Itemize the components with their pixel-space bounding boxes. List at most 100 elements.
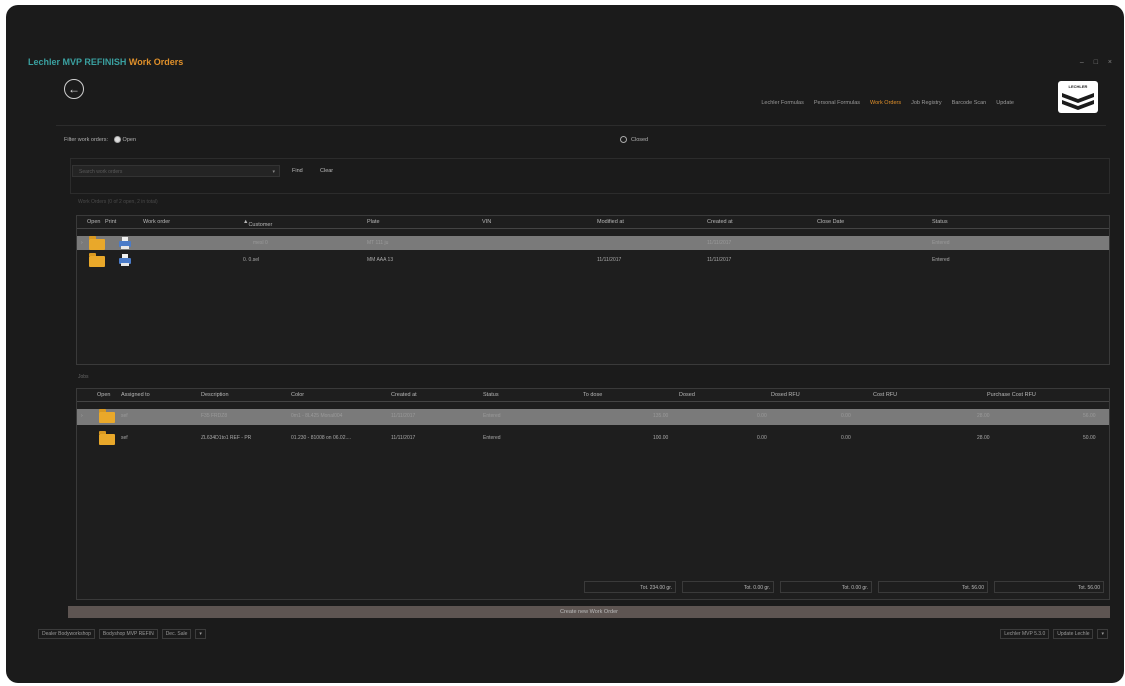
folder-open-icon[interactable]	[99, 409, 115, 423]
radio-closed-label: Closed	[631, 136, 649, 143]
cell-plate: MM AAA 13	[367, 257, 394, 263]
find-button[interactable]: Find	[292, 168, 303, 174]
table-row[interactable]: › sef F35 FRDZ8 0m1 - 8L425 Monal004 11/…	[77, 409, 1109, 425]
folder-open-icon[interactable]	[89, 253, 105, 267]
radio-closed[interactable]: Closed	[620, 136, 648, 143]
col-status[interactable]: Status	[483, 392, 499, 398]
cell-color: 0m1 - 8L425 Monal004	[291, 413, 343, 419]
total-cost-rfu: Tot. 56.00	[878, 581, 988, 593]
chevron-down-icon[interactable]: ▾	[1097, 629, 1108, 639]
col-print[interactable]: Print	[105, 219, 116, 225]
window-controls[interactable]: – □ ×	[1080, 59, 1116, 66]
work-orders-count: Work Orders (0 of 2 open, 2 in total)	[78, 199, 158, 205]
nav-lechler-formulas[interactable]: Lechler Formulas	[761, 100, 804, 106]
col-plate[interactable]: Plate	[367, 219, 380, 225]
cell-created: 11/11/2017	[391, 435, 416, 441]
col-created[interactable]: Created at	[391, 392, 417, 398]
col-open[interactable]: Open	[97, 392, 110, 398]
cell-status: Entered	[932, 257, 950, 263]
printer-icon[interactable]	[119, 237, 131, 249]
header-divider	[56, 125, 1106, 126]
col-purchase-cost-rfu[interactable]: Purchase Cost RFU	[987, 392, 1036, 398]
lechler-logo: LECHLER	[1058, 81, 1098, 113]
col-customer[interactable]: ▲ Customer	[243, 219, 272, 228]
search-input[interactable]: Search work orders ▾	[72, 165, 280, 177]
nav-personal-formulas[interactable]: Personal Formulas	[814, 100, 860, 106]
cell-assigned: sef	[121, 435, 128, 441]
cell-dosed: 0.00	[757, 413, 767, 419]
clear-button[interactable]: Clear	[320, 168, 333, 174]
status-bar-right: Lechler MVP 5.3.0 Update Lechle ▾	[1000, 629, 1108, 639]
col-work-order[interactable]: Work order	[143, 219, 170, 225]
nav-update[interactable]: Update	[996, 100, 1014, 106]
app-name: Lechler MVP REFINISH	[28, 57, 127, 67]
chevron-down-icon[interactable]: ▾	[195, 629, 206, 639]
nav-job-registry[interactable]: Job Registry	[911, 100, 942, 106]
folder-open-icon[interactable]	[89, 236, 105, 250]
cell-color: 01.230 - 81008 on 06.02....	[291, 435, 352, 441]
cell-purchase: 56.00	[1083, 413, 1096, 419]
cell-dosed: 0.00	[757, 435, 767, 441]
table-row[interactable]: sef ZL634D1to1 REF - PR 01.230 - 81008 o…	[77, 431, 1109, 447]
col-assigned[interactable]: Assigned to	[121, 392, 150, 398]
status-update[interactable]: Update Lechle	[1053, 629, 1094, 639]
cell-created: 11/11/2017	[707, 257, 732, 263]
col-cost-rfu[interactable]: Cost RFU	[873, 392, 897, 398]
table-header: Open Assigned to Description Color Creat…	[77, 389, 1109, 402]
table-row[interactable]: › mesl 0 MT 111 ju 11/11/2017 Entered	[77, 236, 1109, 250]
radio-dot-icon	[114, 136, 122, 143]
folder-open-icon[interactable]	[99, 431, 115, 445]
col-open[interactable]: Open	[87, 219, 100, 225]
col-vin[interactable]: VIN	[482, 219, 491, 225]
create-work-order-button[interactable]: Create new Work Order	[68, 606, 1110, 618]
cell-modified: 11/11/2017	[597, 257, 622, 263]
cell-cost-rfu: 28.00	[977, 435, 990, 441]
app-window: Lechler MVP REFINISH Work Orders – □ × ←…	[6, 5, 1124, 683]
status-bar-left: Dealer Bodyworkshop Bodyshop MVP REFIN D…	[38, 629, 206, 639]
table-header: Open Print Work order ▲ Customer Plate V…	[77, 216, 1109, 229]
search-placeholder: Search work orders	[79, 169, 123, 175]
radio-open[interactable]: Open	[114, 136, 136, 143]
cell-description: F35 FRDZ8	[201, 413, 228, 419]
col-description[interactable]: Description	[201, 392, 229, 398]
nav-work-orders[interactable]: Work Orders	[870, 100, 901, 106]
cell-to-dose: 135.00	[653, 413, 669, 419]
chevron-down-icon[interactable]: ▾	[272, 166, 275, 178]
jobs-label: Jobs	[78, 374, 89, 380]
status-dec-sale: Dec. Sale	[161, 629, 192, 639]
col-to-dose[interactable]: To dose	[583, 392, 602, 398]
radio-open-label: Open	[122, 136, 137, 143]
printer-icon[interactable]	[119, 254, 131, 266]
col-created[interactable]: Created at	[707, 219, 733, 225]
cell-created: 11/11/2017	[707, 240, 732, 246]
col-status[interactable]: Status	[932, 219, 948, 225]
back-button[interactable]: ←	[64, 79, 84, 99]
cell-status: Entered	[483, 413, 501, 419]
col-dosed-rfu[interactable]: Dosed RFU	[771, 392, 800, 398]
status-dealer: Dealer Bodyworkshop	[38, 629, 95, 639]
window-title: Lechler MVP REFINISH Work Orders	[28, 57, 183, 67]
cell-customer: 0. 0.sel	[243, 257, 260, 263]
cell-description: ZL634D1to1 REF - PR	[201, 435, 252, 441]
total-purchase-cost: Tot. 56.00	[994, 581, 1104, 593]
col-customer-label: Customer	[248, 222, 273, 228]
col-modified[interactable]: Modified at	[597, 219, 624, 225]
filter-row: Filter work orders: Open	[64, 136, 136, 143]
main-nav: Lechler Formulas Personal Formulas Work …	[761, 100, 1014, 106]
table-row[interactable]: 0. 0.sel MM AAA 13 11/11/2017 11/11/2017…	[77, 253, 1109, 267]
col-color[interactable]: Color	[291, 392, 304, 398]
row-indicator: ›	[81, 413, 83, 419]
nav-barcode-scan[interactable]: Barcode Scan	[952, 100, 987, 106]
cell-cost-rfu: 28.00	[977, 413, 990, 419]
cell-created: 11/11/2017	[391, 413, 416, 419]
row-indicator: ›	[81, 240, 83, 246]
cell-purchase: 50.00	[1083, 435, 1096, 441]
cell-plate: MT 111 ju	[367, 240, 389, 246]
svg-text:LECHLER: LECHLER	[1069, 84, 1088, 89]
col-dosed[interactable]: Dosed	[679, 392, 695, 398]
col-close-date[interactable]: Close Date	[817, 219, 844, 225]
cell-to-dose: 100.00	[653, 435, 669, 441]
jobs-table: Open Assigned to Description Color Creat…	[76, 388, 1110, 600]
total-dosed-rfu: Tot. 0.00 gr.	[780, 581, 872, 593]
radio-dot-icon	[620, 136, 627, 143]
